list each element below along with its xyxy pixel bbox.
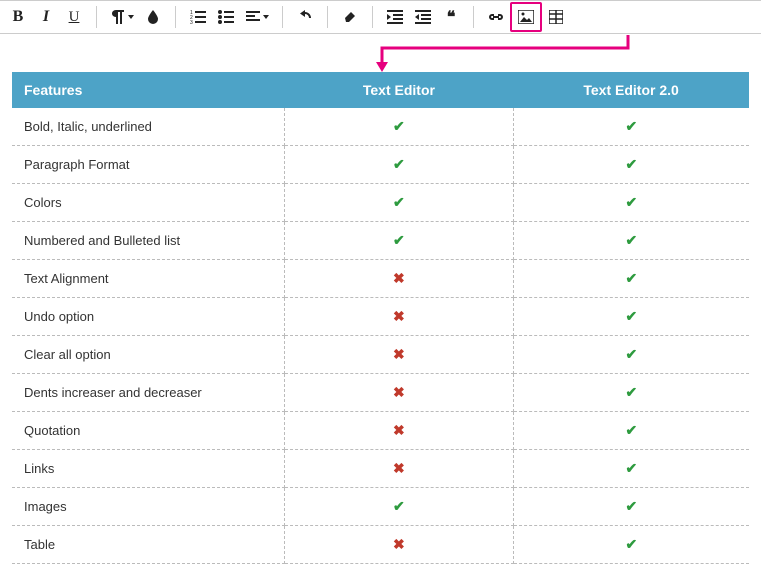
indent-button[interactable] xyxy=(381,4,409,30)
outdent-icon xyxy=(415,10,431,24)
bold-button[interactable]: B xyxy=(4,4,32,30)
ordered-list-icon: 123 xyxy=(190,10,206,24)
underline-icon: U xyxy=(69,9,80,26)
feature-label: Images xyxy=(12,488,285,526)
cross-icon: ✖ xyxy=(285,450,513,488)
chevron-down-icon xyxy=(263,15,269,19)
table-row: Links✖✔ xyxy=(12,450,749,488)
table-row: Quotation✖✔ xyxy=(12,412,749,450)
table-row: Text Alignment✖✔ xyxy=(12,260,749,298)
table-row: Dents increaser and decreaser✖✔ xyxy=(12,374,749,412)
feature-comparison-table: Features Text Editor Text Editor 2.0 Bol… xyxy=(12,72,749,564)
feature-label: Clear all option xyxy=(12,336,285,374)
feature-label: Text Alignment xyxy=(12,260,285,298)
cross-icon: ✖ xyxy=(285,336,513,374)
bulleted-list-button[interactable] xyxy=(212,4,240,30)
indent-icon xyxy=(387,10,403,24)
check-icon: ✔ xyxy=(513,146,749,184)
check-icon: ✔ xyxy=(285,108,513,146)
link-button[interactable] xyxy=(482,4,510,30)
feature-label: Colors xyxy=(12,184,285,222)
paragraph-icon xyxy=(111,10,125,24)
table-button[interactable] xyxy=(542,4,570,30)
feature-label: Paragraph Format xyxy=(12,146,285,184)
header-editor-1: Text Editor xyxy=(285,72,513,108)
toolbar-separator xyxy=(96,6,97,28)
table-row: Clear all option✖✔ xyxy=(12,336,749,374)
italic-button[interactable]: I xyxy=(32,4,60,30)
outdent-button[interactable] xyxy=(409,4,437,30)
quote-button[interactable]: ❝ xyxy=(437,4,465,30)
toolbar-separator xyxy=(282,6,283,28)
toolbar-separator xyxy=(473,6,474,28)
tint-icon xyxy=(146,10,160,24)
table-row: Numbered and Bulleted list✔✔ xyxy=(12,222,749,260)
check-icon: ✔ xyxy=(285,222,513,260)
link-icon xyxy=(488,10,504,24)
image-button-highlight xyxy=(510,2,542,32)
check-icon: ✔ xyxy=(513,450,749,488)
table-row: Paragraph Format✔✔ xyxy=(12,146,749,184)
eraser-icon xyxy=(342,11,358,23)
paragraph-format-button[interactable] xyxy=(105,4,139,30)
cross-icon: ✖ xyxy=(285,374,513,412)
toolbar-separator xyxy=(175,6,176,28)
italic-icon: I xyxy=(43,8,49,26)
colors-button[interactable] xyxy=(139,4,167,30)
feature-label: Bold, Italic, underlined xyxy=(12,108,285,146)
annotation-arrow xyxy=(0,34,761,72)
table-row: Colors✔✔ xyxy=(12,184,749,222)
feature-label: Undo option xyxy=(12,298,285,336)
underline-button[interactable]: U xyxy=(60,4,88,30)
header-features: Features xyxy=(12,72,285,108)
feature-label: Numbered and Bulleted list xyxy=(12,222,285,260)
check-icon: ✔ xyxy=(513,108,749,146)
check-icon: ✔ xyxy=(513,298,749,336)
check-icon: ✔ xyxy=(513,184,749,222)
check-icon: ✔ xyxy=(285,488,513,526)
check-icon: ✔ xyxy=(513,260,749,298)
editor-toolbar: B I U 123 xyxy=(0,0,761,34)
table-row: Bold, Italic, underlined✔✔ xyxy=(12,108,749,146)
feature-label: Quotation xyxy=(12,412,285,450)
toolbar-separator xyxy=(327,6,328,28)
image-icon xyxy=(518,10,534,24)
check-icon: ✔ xyxy=(513,336,749,374)
table-icon xyxy=(549,10,563,24)
numbered-list-button[interactable]: 123 xyxy=(184,4,212,30)
svg-text:3: 3 xyxy=(190,20,193,24)
align-left-icon xyxy=(246,11,260,23)
check-icon: ✔ xyxy=(513,374,749,412)
feature-label: Links xyxy=(12,450,285,488)
table-header-row: Features Text Editor Text Editor 2.0 xyxy=(12,72,749,108)
chevron-down-icon xyxy=(128,15,134,19)
check-icon: ✔ xyxy=(513,222,749,260)
clear-format-button[interactable] xyxy=(336,4,364,30)
check-icon: ✔ xyxy=(513,412,749,450)
header-editor-2: Text Editor 2.0 xyxy=(513,72,749,108)
cross-icon: ✖ xyxy=(285,298,513,336)
check-icon: ✔ xyxy=(285,146,513,184)
align-button[interactable] xyxy=(240,4,274,30)
table-row: Images✔✔ xyxy=(12,488,749,526)
quote-icon: ❝ xyxy=(447,7,456,27)
undo-icon xyxy=(297,10,313,24)
bold-icon: B xyxy=(13,8,24,26)
unordered-list-icon xyxy=(218,10,234,24)
feature-label: Dents increaser and decreaser xyxy=(12,374,285,412)
cross-icon: ✖ xyxy=(285,412,513,450)
undo-button[interactable] xyxy=(291,4,319,30)
image-button[interactable] xyxy=(512,4,540,30)
check-icon: ✔ xyxy=(513,488,749,526)
cross-icon: ✖ xyxy=(285,260,513,298)
table-row: Undo option✖✔ xyxy=(12,298,749,336)
toolbar-separator xyxy=(372,6,373,28)
check-icon: ✔ xyxy=(285,184,513,222)
